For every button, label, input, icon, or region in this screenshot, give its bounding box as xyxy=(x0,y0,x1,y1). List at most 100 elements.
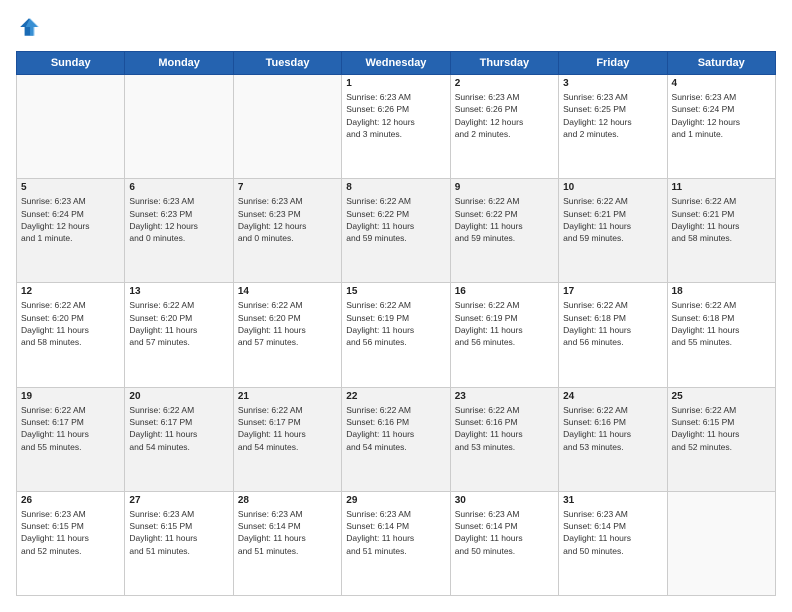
calendar-header-row: SundayMondayTuesdayWednesdayThursdayFrid… xyxy=(17,52,776,75)
day-number: 6 xyxy=(129,182,228,193)
calendar-week-row: 5 Sunrise: 6:23 AMSunset: 6:24 PMDaylight… xyxy=(17,179,776,283)
logo xyxy=(16,16,44,43)
day-info: Sunrise: 6:22 AMSunset: 6:17 PMDaylight:… xyxy=(21,404,120,453)
calendar-week-row: 19 Sunrise: 6:22 AMSunset: 6:17 PMDayligh… xyxy=(17,387,776,491)
day-number: 10 xyxy=(563,182,662,193)
calendar-cell: 20Sunrise: 6:22 AMSunset: 6:17 PMDayligh… xyxy=(125,387,233,491)
day-info: Sunrise: 6:23 AMSunset: 6:26 PMDaylight:… xyxy=(455,91,554,140)
day-number: 17 xyxy=(563,286,662,297)
calendar-cell xyxy=(667,491,775,595)
day-number: 31 xyxy=(563,495,662,506)
day-info: Sunrise: 6:23 AMSunset: 6:24 PMDaylight:… xyxy=(21,195,120,244)
day-number: 30 xyxy=(455,495,554,506)
calendar-cell: 13 Sunrise: 6:22 AMSunset: 6:20 PMDayligh… xyxy=(125,283,233,387)
calendar-cell: 29 Sunrise: 6:23 AMSunset: 6:14 PMDayligh… xyxy=(342,491,450,595)
day-number: 19 xyxy=(21,391,120,402)
day-info: Sunrise: 6:23 AMSunset: 6:24 PMDaylight:… xyxy=(672,91,771,140)
calendar-cell: 11Sunrise: 6:22 AMSunset: 6:21 PMDayligh… xyxy=(667,179,775,283)
day-number: 9 xyxy=(455,182,554,193)
calendar-cell: 24 Sunrise: 6:22 AMSunset: 6:16 PMDayligh… xyxy=(559,387,667,491)
day-number: 5 xyxy=(21,182,120,193)
day-number: 24 xyxy=(563,391,662,402)
day-info: Sunrise: 6:22 AMSunset: 6:22 PMDaylight:… xyxy=(346,195,445,244)
calendar-cell: 7 Sunrise: 6:23 AMSunset: 6:23 PMDaylight… xyxy=(233,179,341,283)
calendar-week-row: 26 Sunrise: 6:23 AMSunset: 6:15 PMDayligh… xyxy=(17,491,776,595)
day-number: 1 xyxy=(346,78,445,89)
day-info: Sunrise: 6:23 AMSunset: 6:14 PMDaylight:… xyxy=(346,508,445,557)
day-info: Sunrise: 6:22 AMSunset: 6:21 PMDaylight:… xyxy=(563,195,662,244)
calendar-cell: 21 Sunrise: 6:22 AMSunset: 6:17 PMDayligh… xyxy=(233,387,341,491)
calendar-cell: 23 Sunrise: 6:22 AMSunset: 6:16 PMDayligh… xyxy=(450,387,558,491)
day-number: 22 xyxy=(346,391,445,402)
calendar-cell: 3Sunrise: 6:23 AMSunset: 6:25 PMDaylight… xyxy=(559,75,667,179)
calendar-cell xyxy=(125,75,233,179)
day-info: Sunrise: 6:22 AMSunset: 6:16 PMDaylight:… xyxy=(346,404,445,453)
calendar-cell: 30 Sunrise: 6:23 AMSunset: 6:14 PMDayligh… xyxy=(450,491,558,595)
day-number: 18 xyxy=(672,286,771,297)
day-number: 23 xyxy=(455,391,554,402)
day-of-week-header: Tuesday xyxy=(233,52,341,75)
day-info: Sunrise: 6:23 AMSunset: 6:15 PMDaylight:… xyxy=(21,508,120,557)
day-number: 26 xyxy=(21,495,120,506)
day-info: Sunrise: 6:22 AMSunset: 6:16 PMDaylight:… xyxy=(563,404,662,453)
calendar-cell: 26 Sunrise: 6:23 AMSunset: 6:15 PMDayligh… xyxy=(17,491,125,595)
calendar-cell: 22 Sunrise: 6:22 AMSunset: 6:16 PMDayligh… xyxy=(342,387,450,491)
day-info: Sunrise: 6:22 AMSunset: 6:17 PMDaylight:… xyxy=(238,404,337,453)
day-of-week-header: Sunday xyxy=(17,52,125,75)
day-info: Sunrise: 6:22 AMSunset: 6:18 PMDaylight:… xyxy=(563,299,662,348)
day-of-week-header: Wednesday xyxy=(342,52,450,75)
day-info: Sunrise: 6:22 AMSunset: 6:17 PMDaylight:… xyxy=(129,404,228,453)
day-number: 7 xyxy=(238,182,337,193)
page: SundayMondayTuesdayWednesdayThursdayFrid… xyxy=(0,0,792,612)
day-of-week-header: Monday xyxy=(125,52,233,75)
day-info: Sunrise: 6:23 AMSunset: 6:23 PMDaylight:… xyxy=(238,195,337,244)
day-info: Sunrise: 6:22 AMSunset: 6:19 PMDaylight:… xyxy=(346,299,445,348)
logo-icon xyxy=(18,16,40,38)
day-number: 29 xyxy=(346,495,445,506)
day-info: Sunrise: 6:22 AMSunset: 6:20 PMDaylight:… xyxy=(129,299,228,348)
calendar-cell: 17 Sunrise: 6:22 AMSunset: 6:18 PMDayligh… xyxy=(559,283,667,387)
calendar-cell xyxy=(233,75,341,179)
day-info: Sunrise: 6:22 AMSunset: 6:22 PMDaylight:… xyxy=(455,195,554,244)
day-info: Sunrise: 6:22 AMSunset: 6:19 PMDaylight:… xyxy=(455,299,554,348)
day-number: 12 xyxy=(21,286,120,297)
calendar-table: SundayMondayTuesdayWednesdayThursdayFrid… xyxy=(16,51,776,596)
calendar-cell: 9 Sunrise: 6:22 AMSunset: 6:22 PMDaylight… xyxy=(450,179,558,283)
day-number: 13 xyxy=(129,286,228,297)
calendar-cell: 2Sunrise: 6:23 AMSunset: 6:26 PMDaylight… xyxy=(450,75,558,179)
calendar-cell: 19 Sunrise: 6:22 AMSunset: 6:17 PMDayligh… xyxy=(17,387,125,491)
calendar-cell: 5 Sunrise: 6:23 AMSunset: 6:24 PMDaylight… xyxy=(17,179,125,283)
calendar-cell: 1Sunrise: 6:23 AMSunset: 6:26 PMDaylight… xyxy=(342,75,450,179)
calendar-cell: 27Sunrise: 6:23 AMSunset: 6:15 PMDayligh… xyxy=(125,491,233,595)
calendar-week-row: 1 Sunrise: 6:23 AMSunset: 6:26 PMDaylight… xyxy=(17,75,776,179)
calendar-cell: 10 Sunrise: 6:22 AMSunset: 6:21 PMDayligh… xyxy=(559,179,667,283)
day-info: Sunrise: 6:23 AMSunset: 6:14 PMDaylight:… xyxy=(455,508,554,557)
day-number: 8 xyxy=(346,182,445,193)
day-info: Sunrise: 6:22 AMSunset: 6:21 PMDaylight:… xyxy=(672,195,771,244)
calendar-cell: 15 Sunrise: 6:22 AMSunset: 6:19 PMDayligh… xyxy=(342,283,450,387)
day-number: 15 xyxy=(346,286,445,297)
calendar-cell: 4Sunrise: 6:23 AMSunset: 6:24 PMDaylight… xyxy=(667,75,775,179)
day-info: Sunrise: 6:22 AMSunset: 6:15 PMDaylight:… xyxy=(672,404,771,453)
calendar-cell: 6 Sunrise: 6:23 AMSunset: 6:23 PMDaylight… xyxy=(125,179,233,283)
day-number: 28 xyxy=(238,495,337,506)
calendar-cell: 12 Sunrise: 6:22 AMSunset: 6:20 PMDayligh… xyxy=(17,283,125,387)
day-info: Sunrise: 6:22 AMSunset: 6:16 PMDaylight:… xyxy=(455,404,554,453)
calendar-cell: 25 Sunrise: 6:22 AMSunset: 6:15 PMDayligh… xyxy=(667,387,775,491)
calendar-cell: 18Sunrise: 6:22 AMSunset: 6:18 PMDayligh… xyxy=(667,283,775,387)
calendar-cell: 14Sunrise: 6:22 AMSunset: 6:20 PMDayligh… xyxy=(233,283,341,387)
day-info: Sunrise: 6:22 AMSunset: 6:20 PMDaylight:… xyxy=(21,299,120,348)
day-info: Sunrise: 6:23 AMSunset: 6:14 PMDaylight:… xyxy=(238,508,337,557)
day-number: 27 xyxy=(129,495,228,506)
day-number: 3 xyxy=(563,78,662,89)
day-of-week-header: Thursday xyxy=(450,52,558,75)
header xyxy=(16,16,776,43)
day-number: 21 xyxy=(238,391,337,402)
calendar-week-row: 12 Sunrise: 6:22 AMSunset: 6:20 PMDayligh… xyxy=(17,283,776,387)
day-info: Sunrise: 6:23 AMSunset: 6:14 PMDaylight:… xyxy=(563,508,662,557)
day-of-week-header: Saturday xyxy=(667,52,775,75)
day-info: Sunrise: 6:23 AMSunset: 6:23 PMDaylight:… xyxy=(129,195,228,244)
calendar-cell: 28 Sunrise: 6:23 AMSunset: 6:14 PMDayligh… xyxy=(233,491,341,595)
day-number: 14 xyxy=(238,286,337,297)
day-number: 25 xyxy=(672,391,771,402)
